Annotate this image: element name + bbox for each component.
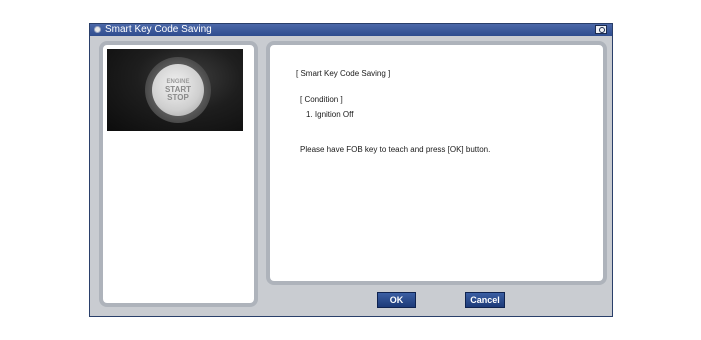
condition-label: [ Condition ] (300, 95, 343, 104)
start-stop-button-image: ENGINE START STOP (107, 49, 243, 131)
app-icon (94, 26, 101, 33)
camera-icon[interactable] (595, 25, 607, 34)
image-label-stop: STOP (167, 93, 189, 102)
condition-item: 1. Ignition Off (306, 110, 354, 119)
dialog-window: Smart Key Code Saving ENGINE START STOP … (89, 23, 613, 317)
title-bar[interactable]: Smart Key Code Saving (90, 24, 612, 36)
window-title: Smart Key Code Saving (105, 24, 212, 35)
ok-button[interactable]: OK (377, 292, 416, 308)
message-heading: [ Smart Key Code Saving ] (296, 69, 391, 78)
instruction-text: Please have FOB key to teach and press [… (300, 145, 491, 154)
cancel-button[interactable]: Cancel (465, 292, 505, 308)
